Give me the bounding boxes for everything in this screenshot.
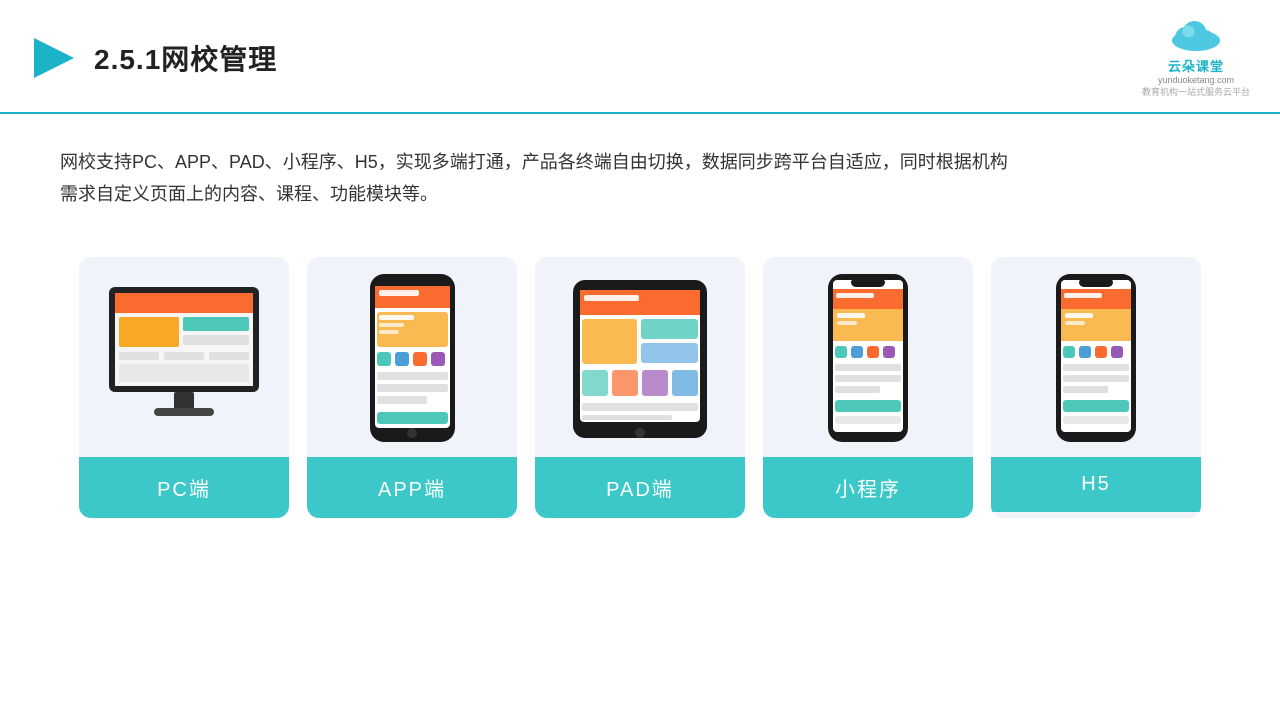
description-line2: 需求自定义页面上的内容、课程、功能模块等。	[60, 178, 1220, 210]
cloud-logo-icon	[1166, 18, 1226, 54]
description: 网校支持PC、APP、PAD、小程序、H5，实现多端打通，产品各终端自由切换，数…	[0, 114, 1280, 221]
card-pc-label: PC端	[79, 457, 289, 518]
card-miniapp-image	[763, 257, 973, 457]
logo-name: 云朵课堂	[1168, 56, 1224, 75]
pc-mockup-icon	[99, 282, 269, 437]
card-app-label: APP端	[307, 457, 517, 518]
card-app: APP端	[307, 257, 517, 518]
pad-mockup-icon	[565, 275, 715, 445]
card-pad-image	[535, 257, 745, 457]
card-miniapp-label: 小程序	[763, 457, 973, 518]
cards-section: PC端	[0, 229, 1280, 538]
header-left: 2.5.1网校管理	[30, 34, 277, 82]
miniapp-mockup-icon	[823, 272, 913, 447]
description-line1: 网校支持PC、APP、PAD、小程序、H5，实现多端打通，产品各终端自由切换，数…	[60, 146, 1220, 178]
card-pc-image	[79, 257, 289, 457]
logo-area: 云朵课堂 yunduoketang.com 教育机构一站式服务云平台	[1142, 18, 1250, 98]
logo-url: yunduoketang.com	[1158, 75, 1234, 85]
card-app-image	[307, 257, 517, 457]
h5-mockup-icon	[1051, 272, 1141, 447]
play-icon	[30, 34, 78, 82]
card-h5-label: H5	[991, 457, 1201, 512]
header: 2.5.1网校管理 云朵课堂 yunduoketang.com 教育机构一站式服…	[0, 0, 1280, 114]
card-pad-label: PAD端	[535, 457, 745, 518]
card-pc: PC端	[79, 257, 289, 518]
page-title: 2.5.1网校管理	[94, 38, 277, 78]
card-h5: H5	[991, 257, 1201, 518]
card-miniapp: 小程序	[763, 257, 973, 518]
card-pad: PAD端	[535, 257, 745, 518]
logo-tagline: 教育机构一站式服务云平台	[1142, 85, 1250, 98]
app-mockup-icon	[365, 272, 460, 447]
card-h5-image	[991, 257, 1201, 457]
